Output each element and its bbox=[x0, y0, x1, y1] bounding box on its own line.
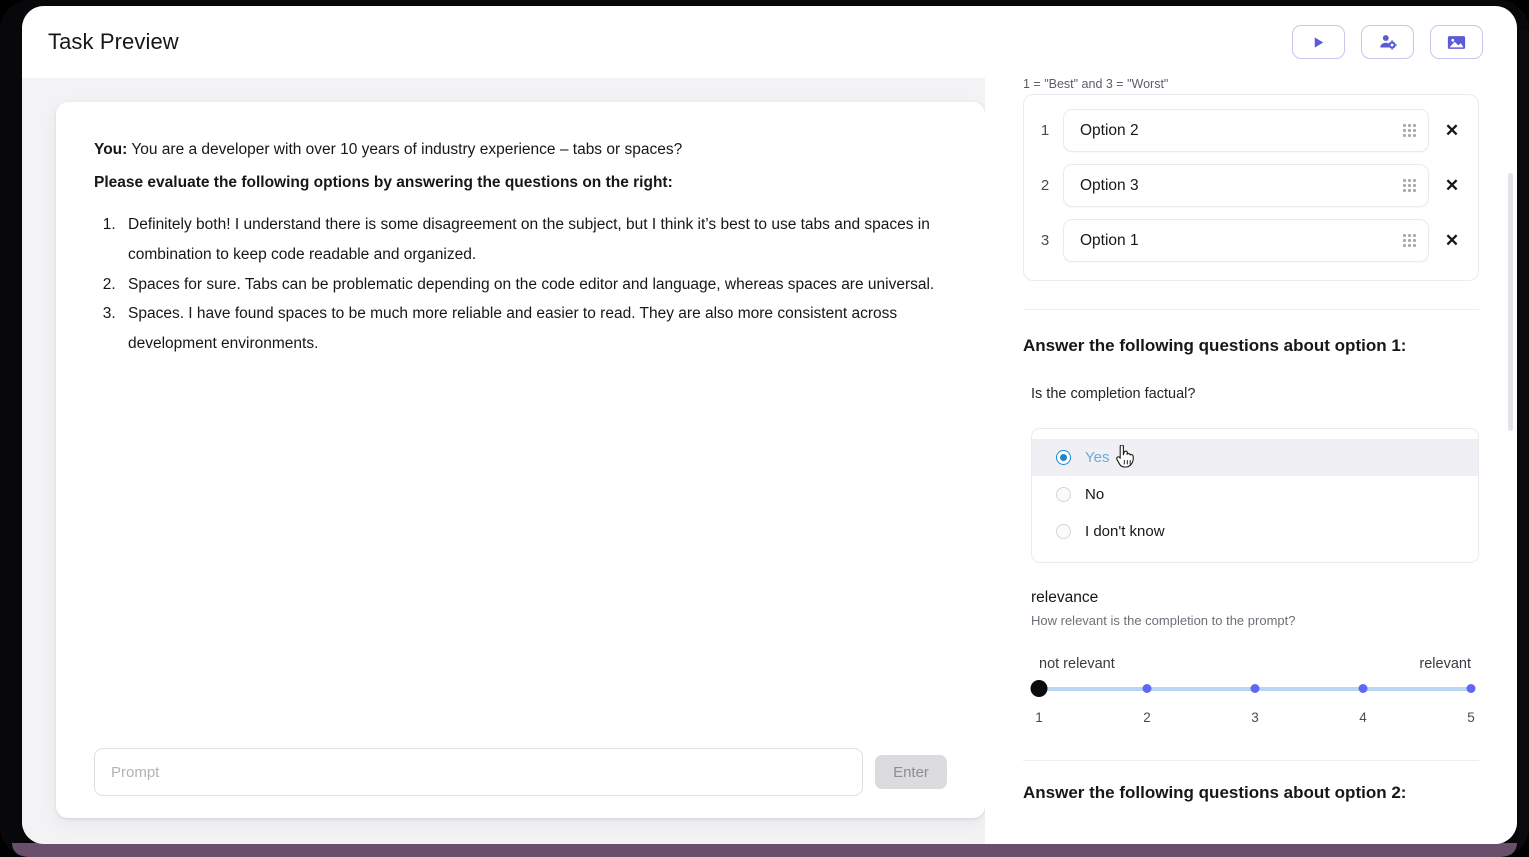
image-icon bbox=[1447, 35, 1466, 50]
media-button[interactable] bbox=[1430, 25, 1483, 59]
factual-question-radio-group: Yes No I don't know bbox=[1031, 428, 1479, 563]
slider-end-labels: not relevant relevant bbox=[1039, 656, 1471, 672]
rank-number: 3 bbox=[1040, 232, 1050, 249]
radio-option-no[interactable]: No bbox=[1032, 476, 1478, 513]
prompt-input[interactable] bbox=[94, 748, 863, 796]
slider-tick-2: 2 bbox=[1143, 710, 1151, 725]
radio-icon bbox=[1056, 524, 1071, 539]
prompt-row: Enter bbox=[94, 734, 947, 796]
scrollbar-thumb[interactable] bbox=[1508, 172, 1513, 431]
frame-bottom-edge bbox=[12, 843, 1517, 857]
device-frame: Task Preview You: You are a developer wi… bbox=[0, 0, 1529, 857]
user-settings-icon bbox=[1379, 34, 1397, 50]
next-option-section-heading: Answer the following questions about opt… bbox=[1023, 783, 1407, 802]
radio-option-i-dont-know[interactable]: I don't know bbox=[1032, 513, 1478, 550]
slider-mark-2[interactable] bbox=[1142, 684, 1152, 693]
ranking-card: 1 Option 2 ✕ 2 Option 3 ✕ 3 Option 1 ✕ bbox=[1023, 94, 1479, 281]
list-item: Spaces. I have found spaces to be much m… bbox=[120, 299, 947, 359]
speaker-label: You: bbox=[94, 141, 128, 158]
questions-scroll: 1 = "Best" and 3 = "Worst" 1 Option 2 ✕ bbox=[985, 78, 1517, 844]
divider bbox=[1023, 309, 1479, 310]
slider-tick-labels: 1 2 3 4 5 bbox=[1035, 710, 1475, 730]
ranking-item[interactable]: Option 2 bbox=[1063, 109, 1429, 152]
table-row: 2 Option 3 ✕ bbox=[1040, 164, 1462, 207]
remove-option-button[interactable]: ✕ bbox=[1442, 232, 1462, 249]
slider-tick-1: 1 bbox=[1035, 710, 1043, 725]
prompt-message: You: You are a developer with over 10 ye… bbox=[94, 138, 947, 162]
slider-left-label: not relevant bbox=[1039, 656, 1115, 672]
drag-handle-icon[interactable] bbox=[1403, 124, 1416, 137]
rank-number: 2 bbox=[1040, 177, 1050, 194]
conversation-scroll: You: You are a developer with over 10 ye… bbox=[94, 138, 947, 734]
radio-option-label: Yes bbox=[1085, 449, 1110, 466]
ranking-item-label: Option 1 bbox=[1080, 231, 1139, 249]
ranking-item-label: Option 3 bbox=[1080, 176, 1139, 194]
conversation-card: You: You are a developer with over 10 ye… bbox=[56, 102, 985, 818]
radio-icon bbox=[1056, 450, 1071, 465]
app-body: You: You are a developer with over 10 ye… bbox=[22, 78, 1517, 844]
slider-tick-3: 3 bbox=[1251, 710, 1259, 725]
slider-tick-5: 5 bbox=[1467, 710, 1475, 725]
radio-option-yes[interactable]: Yes bbox=[1032, 439, 1478, 476]
ranking-item[interactable]: Option 1 bbox=[1063, 219, 1429, 262]
slider-mark-5[interactable] bbox=[1466, 684, 1476, 693]
questions-scrollbar[interactable] bbox=[1508, 82, 1513, 840]
divider bbox=[1023, 760, 1479, 761]
prompt-text: You are a developer with over 10 years o… bbox=[127, 141, 683, 158]
remove-option-button[interactable]: ✕ bbox=[1442, 122, 1462, 139]
app-window: Task Preview You: You are a developer wi… bbox=[22, 6, 1517, 844]
ranking-item-label: Option 2 bbox=[1080, 121, 1139, 139]
slider-mark-3[interactable] bbox=[1250, 684, 1260, 693]
table-row: 1 Option 2 ✕ bbox=[1040, 109, 1462, 152]
radio-icon bbox=[1056, 487, 1071, 502]
table-row: 3 Option 1 ✕ bbox=[1040, 219, 1462, 262]
factual-question-label: Is the completion factual? bbox=[1031, 386, 1196, 402]
rank-number: 1 bbox=[1040, 122, 1050, 139]
list-item: Definitely both! I understand there is s… bbox=[120, 210, 947, 270]
conversation-pane: You: You are a developer with over 10 ye… bbox=[22, 78, 985, 844]
relevance-description: How relevant is the completion to the pr… bbox=[1031, 613, 1296, 628]
relevance-slider[interactable]: not relevant relevant 1 2 3 4 5 bbox=[1030, 656, 1479, 730]
relevance-label: relevance bbox=[1031, 589, 1099, 606]
page-title: Task Preview bbox=[48, 29, 179, 54]
slider-mark-4[interactable] bbox=[1358, 684, 1368, 693]
slider-thumb[interactable] bbox=[1030, 680, 1048, 697]
ranking-hint: 1 = "Best" and 3 = "Worst" bbox=[1023, 78, 1169, 91]
slider-right-label: relevant bbox=[1419, 656, 1471, 672]
play-icon bbox=[1311, 35, 1326, 50]
questions-pane: 1 = "Best" and 3 = "Worst" 1 Option 2 ✕ bbox=[985, 78, 1517, 844]
instruction-text: Please evaluate the following options by… bbox=[94, 174, 673, 192]
frame-right-edge bbox=[1519, 30, 1529, 857]
relevance-question: relevance How relevant is the completion… bbox=[1030, 589, 1479, 730]
manage-annotators-button[interactable] bbox=[1361, 25, 1414, 59]
drag-handle-icon[interactable] bbox=[1403, 234, 1416, 247]
mouse-cursor-icon bbox=[1116, 444, 1136, 469]
app-header: Task Preview bbox=[22, 6, 1517, 78]
option-section-heading: Answer the following questions about opt… bbox=[1023, 336, 1407, 355]
header-actions bbox=[1292, 25, 1483, 59]
radio-option-label: I don't know bbox=[1085, 523, 1165, 540]
radio-option-label: No bbox=[1085, 486, 1105, 503]
drag-handle-icon[interactable] bbox=[1403, 179, 1416, 192]
remove-option-button[interactable]: ✕ bbox=[1442, 177, 1462, 194]
list-item: Spaces for sure. Tabs can be problematic… bbox=[120, 270, 947, 300]
slider-track-area[interactable] bbox=[1030, 680, 1476, 698]
run-preview-button[interactable] bbox=[1292, 25, 1345, 59]
completion-options-list: Definitely both! I understand there is s… bbox=[120, 210, 947, 359]
ranking-item[interactable]: Option 3 bbox=[1063, 164, 1429, 207]
enter-button[interactable]: Enter bbox=[875, 755, 947, 789]
slider-tick-4: 4 bbox=[1359, 710, 1367, 725]
